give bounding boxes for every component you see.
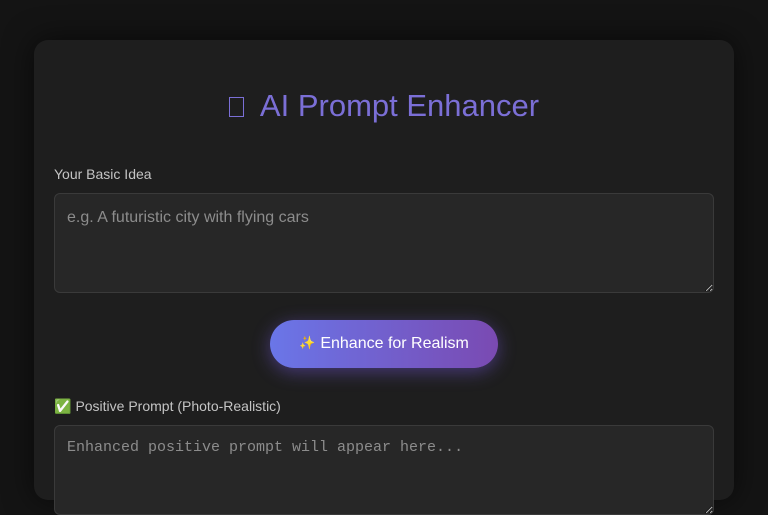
positive-prompt-label: ✅ Positive Prompt (Photo-Realistic) — [54, 398, 281, 415]
positive-prompt-output[interactable] — [54, 425, 714, 515]
broken-glyph-icon — [228, 97, 244, 117]
enhance-button-label: Enhance for Realism — [320, 335, 469, 352]
check-icon: ✅ — [54, 398, 72, 414]
page-title-text: AI Prompt Enhancer — [259, 88, 540, 123]
sparkle-icon: ✨ — [299, 335, 316, 350]
basic-idea-input[interactable] — [54, 193, 714, 293]
enhance-button[interactable]: ✨ Enhance for Realism — [270, 320, 498, 368]
positive-prompt-label-text: Positive Prompt (Photo-Realistic) — [75, 398, 281, 414]
page-title: AI Prompt Enhancer — [34, 88, 734, 124]
basic-idea-label: Your Basic Idea — [54, 166, 152, 182]
enhancer-card: AI Prompt Enhancer Your Basic Idea ✨ Enha… — [34, 40, 734, 515]
